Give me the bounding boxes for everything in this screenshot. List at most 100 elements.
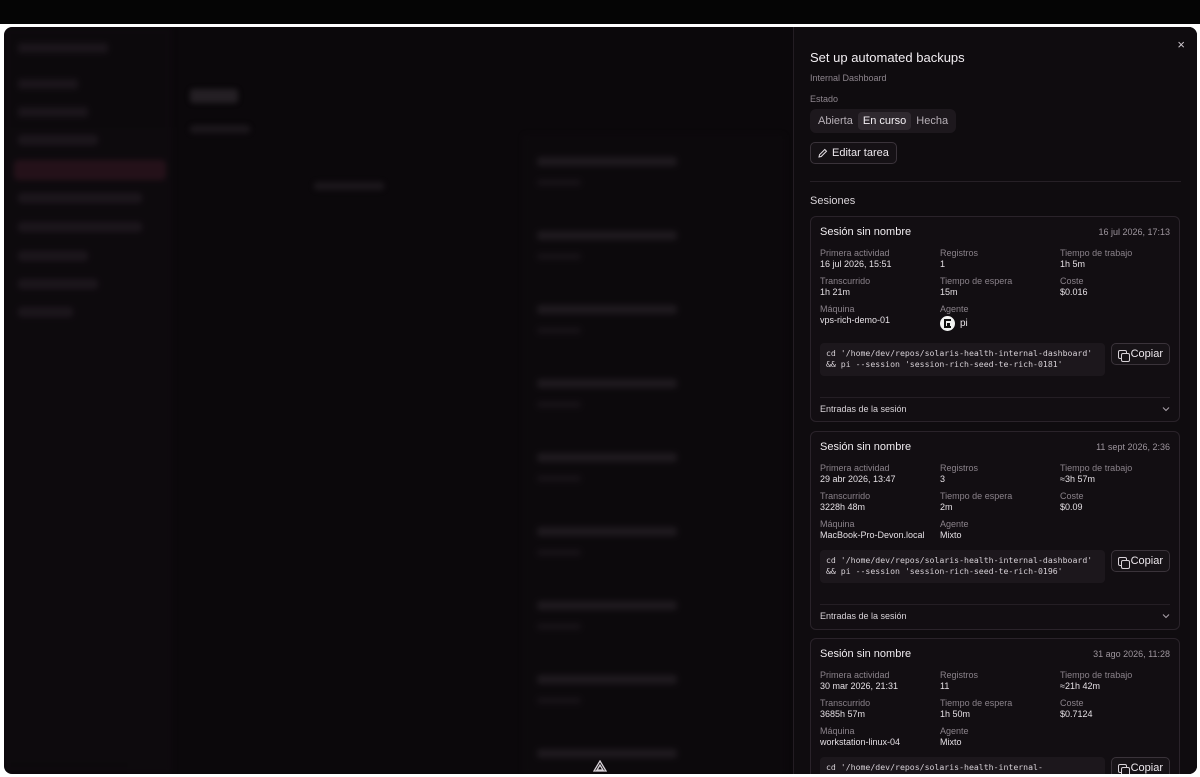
bg-list-row-meta <box>537 253 581 260</box>
copy-label: Copiar <box>1130 762 1163 774</box>
stat-label: Transcurrido <box>820 276 871 286</box>
stat-label: Coste <box>1060 491 1084 501</box>
pi-agent-icon <box>940 316 955 331</box>
session-name: Sesión sin nombre <box>820 648 912 660</box>
session-entries-label: Entradas de la sesión <box>820 403 907 414</box>
bg-sidebar-item <box>18 135 98 145</box>
session-card: Sesión sin nombre 11 sept 2026, 2:36 Pri… <box>810 431 1180 630</box>
stat-label: Máquina <box>820 726 855 736</box>
bg-list-row-meta <box>537 549 581 556</box>
stat-elapsed: 3228h 48m <box>820 502 866 512</box>
project-name: Internal Dashboard <box>810 73 887 83</box>
stat-wait-time: 2m <box>940 502 953 512</box>
stat-label: Tiempo de espera <box>940 276 1013 286</box>
copy-button[interactable]: Copiar <box>1110 343 1170 365</box>
session-date: 16 jul 2026, 17:13 <box>1098 227 1170 237</box>
stat-label: Máquina <box>820 519 855 529</box>
stat-label: Tiempo de espera <box>940 491 1013 501</box>
stat-agent: pi <box>960 318 968 329</box>
bg-task-list <box>524 135 784 774</box>
pencil-icon <box>818 148 828 158</box>
stat-label: Registros <box>940 463 979 473</box>
resume-command[interactable]: cd '/home/dev/repos/solaris-health-inter… <box>820 757 1105 774</box>
edit-task-label: Editar tarea <box>832 147 889 159</box>
bg-list-row <box>537 601 677 610</box>
state-label: Estado <box>810 94 839 104</box>
bg-sidebar-logo <box>18 43 108 53</box>
session-date: 31 ago 2026, 11:28 <box>1093 649 1170 659</box>
copy-button[interactable]: Copiar <box>1110 550 1170 572</box>
task-title: Set up automated backups <box>810 50 965 65</box>
bg-list-row <box>537 231 677 240</box>
stat-label: Tiempo de trabajo <box>1060 463 1133 473</box>
bg-list-row-meta <box>537 327 581 334</box>
stat-label: Transcurrido <box>820 698 871 708</box>
resume-command[interactable]: cd '/home/dev/repos/solaris-health-inter… <box>820 343 1105 376</box>
copy-icon <box>1117 349 1130 362</box>
state-option-en-curso[interactable]: En curso <box>857 112 912 130</box>
session-name: Sesión sin nombre <box>820 226 912 238</box>
bg-page-title <box>190 89 238 103</box>
bg-sidebar-active-item <box>14 160 166 180</box>
stat-elapsed: 3685h 57m <box>820 709 866 719</box>
bg-sidebar-item <box>18 79 78 89</box>
stat-wait-time: 1h 50m <box>940 709 971 719</box>
session-card: Sesión sin nombre 31 ago 2026, 11:28 Pri… <box>810 638 1180 774</box>
bg-list-row <box>537 749 677 758</box>
copy-icon <box>1117 556 1130 569</box>
session-entries-toggle[interactable]: Entradas de la sesión <box>820 397 1170 419</box>
bg-list-row <box>537 453 677 462</box>
state-option-hecha[interactable]: Hecha <box>911 112 953 130</box>
stat-records: 3 <box>940 474 946 484</box>
stat-label: Transcurrido <box>820 491 871 501</box>
session-entries-label: Entradas de la sesión <box>820 610 907 621</box>
stat-records: 1 <box>940 259 946 269</box>
bg-empty-state <box>314 182 384 190</box>
chevron-down-icon <box>1162 613 1170 618</box>
stat-label: Agente <box>940 304 969 314</box>
resume-command[interactable]: cd '/home/dev/repos/solaris-health-inter… <box>820 550 1105 583</box>
stat-label: Agente <box>940 726 969 736</box>
stat-label: Registros <box>940 670 979 680</box>
edit-task-button[interactable]: Editar tarea <box>810 142 897 164</box>
stat-label: Tiempo de espera <box>940 698 1013 708</box>
copy-button[interactable]: Copiar <box>1110 757 1170 774</box>
stat-label: Primera actividad <box>820 248 890 258</box>
app-window: × Set up automated backups Internal Dash… <box>4 27 1197 774</box>
stat-label: Tiempo de trabajo <box>1060 248 1133 258</box>
bg-list-row-meta <box>537 623 581 630</box>
stat-machine: MacBook-Pro-Devon.local <box>820 530 925 540</box>
stat-cost: $0.7124 <box>1060 709 1093 719</box>
bg-sidebar-item <box>18 307 73 317</box>
stat-first-activity: 29 abr 2026, 13:47 <box>820 474 896 484</box>
task-detail-drawer: × Set up automated backups Internal Dash… <box>793 27 1197 774</box>
stat-cost: $0.09 <box>1060 502 1083 512</box>
stat-label: Tiempo de trabajo <box>1060 670 1133 680</box>
bg-sidebar-item <box>18 251 88 261</box>
stat-machine: workstation-linux-04 <box>820 737 901 747</box>
stat-work-time: ≈3h 57m <box>1060 474 1095 484</box>
session-entries-toggle[interactable]: Entradas de la sesión <box>820 604 1170 626</box>
stat-first-activity: 30 mar 2026, 21:31 <box>820 681 899 691</box>
stat-label: Registros <box>940 248 979 258</box>
bg-sidebar-item <box>18 107 88 117</box>
stat-agent: Mixto <box>940 737 962 747</box>
stat-first-activity: 16 jul 2026, 15:51 <box>820 259 892 269</box>
stat-machine: vps-rich-demo-01 <box>820 315 891 325</box>
copy-label: Copiar <box>1130 555 1163 567</box>
divider <box>810 181 1181 182</box>
bg-list-row <box>537 305 677 314</box>
bg-list-row-meta <box>537 475 581 482</box>
triangle-logo-icon <box>593 760 607 772</box>
bg-sidebar <box>4 27 172 774</box>
bg-sidebar-item <box>18 222 142 232</box>
bg-list-row <box>537 527 677 536</box>
session-date: 11 sept 2026, 2:36 <box>1096 442 1170 452</box>
state-option-abierta[interactable]: Abierta <box>813 112 858 130</box>
bg-list-row-meta <box>537 401 581 408</box>
stat-label: Primera actividad <box>820 670 890 680</box>
close-icon[interactable]: × <box>1177 37 1185 52</box>
bg-list-row <box>537 379 677 388</box>
bg-list-row <box>537 157 677 166</box>
bg-list-row-meta <box>537 179 581 186</box>
